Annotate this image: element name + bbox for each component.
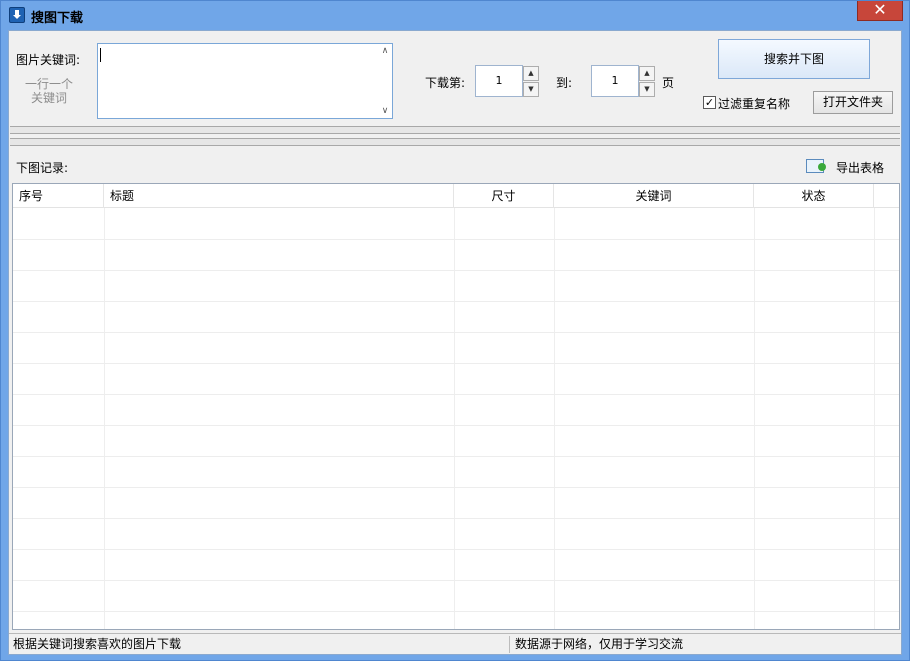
column-divider xyxy=(874,208,875,629)
to-page-input[interactable]: 1 xyxy=(591,65,639,97)
row-divider xyxy=(13,487,899,488)
filter-duplicates-label[interactable]: 过滤重复名称 xyxy=(718,95,790,112)
row-divider xyxy=(13,332,899,333)
title-bar[interactable]: 搜图下载 ✕ xyxy=(1,1,909,29)
keywords-scrollbar[interactable]: ∧ ∨ xyxy=(378,44,392,118)
status-right-text: 数据源于网络，仅用于学习交流 xyxy=(515,637,684,651)
records-label: 下图记录: xyxy=(16,161,69,175)
keywords-hint-line1: 一行一个 xyxy=(24,77,73,91)
keywords-label: 图片关键词: xyxy=(16,53,81,67)
text-caret xyxy=(100,48,101,62)
scroll-down-icon[interactable]: ∨ xyxy=(380,106,390,116)
row-divider xyxy=(13,580,899,581)
client-area: 图片关键词: 一行一个 关键词 ∧ ∨ 下载第: 1 ▲ ▼ 到: 1 ▲ ▼ … xyxy=(8,30,902,655)
status-divider xyxy=(509,636,510,653)
column-divider xyxy=(104,208,105,629)
app-window: 搜图下载 ✕ 图片关键词: 一行一个 关键词 ∧ ∨ 下载第: 1 ▲ ▼ 到:… xyxy=(0,0,910,661)
search-download-button[interactable]: 搜索并下图 xyxy=(718,39,870,79)
close-button[interactable]: ✕ xyxy=(857,1,903,21)
to-page-down-icon[interactable]: ▼ xyxy=(639,82,655,97)
status-bar: 根据关键词搜索喜欢的图片下载 数据源于网络，仅用于学习交流 xyxy=(9,633,901,654)
column-divider xyxy=(554,208,555,629)
row-divider xyxy=(13,456,899,457)
column-divider xyxy=(454,208,455,629)
export-table-button[interactable]: 导出表格 xyxy=(836,159,884,176)
to-page-stepper[interactable]: ▲ ▼ xyxy=(639,66,655,98)
column-header-size[interactable]: 尺寸 xyxy=(454,184,554,208)
status-left-text: 根据关键词搜索喜欢的图片下载 xyxy=(13,637,182,651)
table-header: 序号 标题 尺寸 关键词 状态 xyxy=(13,184,899,208)
row-divider xyxy=(13,549,899,550)
column-header-keyword[interactable]: 关键词 xyxy=(554,184,754,208)
column-divider xyxy=(754,208,755,629)
column-header-title[interactable]: 标题 xyxy=(104,184,454,208)
keywords-textarea[interactable]: ∧ ∨ xyxy=(97,43,393,119)
to-page-up-icon[interactable]: ▲ xyxy=(639,66,655,81)
row-divider xyxy=(13,611,899,612)
records-table[interactable]: 序号 标题 尺寸 关键词 状态 xyxy=(12,183,900,630)
column-header-index[interactable]: 序号 xyxy=(13,184,104,208)
filter-duplicates-checkbox[interactable]: ✓ xyxy=(703,96,716,109)
from-page-down-icon[interactable]: ▼ xyxy=(523,82,539,97)
from-page-stepper[interactable]: ▲ ▼ xyxy=(523,66,539,98)
row-divider xyxy=(13,301,899,302)
row-divider xyxy=(13,363,899,364)
keywords-hint: 一行一个 关键词 xyxy=(23,77,75,105)
column-header-status[interactable]: 状态 xyxy=(754,184,874,208)
row-divider xyxy=(13,239,899,240)
row-divider xyxy=(13,425,899,426)
column-header-filler xyxy=(874,184,899,208)
window-title: 搜图下载 xyxy=(31,11,84,26)
to-page-label: 到: xyxy=(556,76,573,90)
row-divider xyxy=(13,518,899,519)
progress-bar-2 xyxy=(10,138,900,146)
from-page-label: 下载第: xyxy=(425,76,466,90)
page-unit-label: 页 xyxy=(662,76,675,90)
row-divider xyxy=(13,394,899,395)
from-page-up-icon[interactable]: ▲ xyxy=(523,66,539,81)
row-divider xyxy=(13,270,899,271)
open-folder-button[interactable]: 打开文件夹 xyxy=(813,91,893,114)
download-app-icon xyxy=(9,7,25,23)
export-table-icon[interactable] xyxy=(806,159,826,173)
keywords-hint-line2: 关键词 xyxy=(30,91,67,105)
scroll-up-icon[interactable]: ∧ xyxy=(380,46,390,56)
from-page-input[interactable]: 1 xyxy=(475,65,523,97)
progress-bar-1 xyxy=(10,126,900,134)
